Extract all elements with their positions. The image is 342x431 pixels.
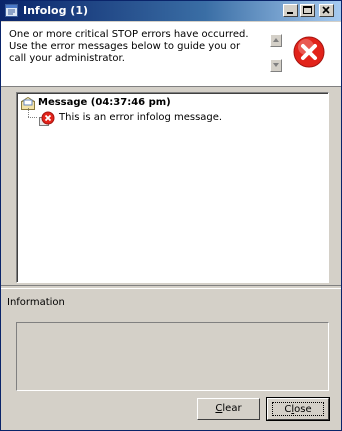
minimize-button[interactable]	[283, 4, 298, 17]
title-bar[interactable]: Infolog (1)	[1, 1, 341, 21]
clear-button[interactable]: Clear	[197, 398, 260, 420]
close-window-button[interactable]	[319, 4, 334, 17]
minimize-icon	[287, 12, 293, 14]
error-message-icon	[39, 111, 55, 126]
information-box	[16, 322, 329, 391]
tree-connector	[28, 117, 37, 118]
scroll-up-button[interactable]	[270, 34, 282, 47]
message-tree[interactable]: Message (04:37:46 pm) This is an error i…	[16, 92, 329, 283]
header-message: One or more critical STOP errors have oc…	[9, 29, 249, 64]
maximize-button[interactable]	[300, 4, 315, 17]
message-header: One or more critical STOP errors have oc…	[1, 22, 341, 87]
arrow-up-icon	[273, 38, 279, 42]
error-icon	[293, 36, 325, 68]
infolog-window: Infolog (1) One or more critical STOP er…	[0, 0, 342, 431]
tree-node-label: This is an error infolog message.	[59, 112, 223, 123]
tree-connector	[28, 108, 29, 117]
close-button[interactable]: Close	[266, 397, 330, 421]
maximize-icon	[303, 6, 312, 14]
information-label: Information	[7, 297, 65, 308]
pane-splitter[interactable]	[1, 285, 341, 289]
window-title: Infolog (1)	[23, 4, 89, 17]
tree-node-label: Message (04:37:46 pm)	[38, 97, 171, 108]
close-icon	[322, 6, 330, 14]
close-label-rest: ose	[294, 404, 312, 415]
clear-label-rest: lear	[222, 403, 242, 414]
scroll-down-button[interactable]	[270, 59, 282, 72]
infolog-icon	[5, 4, 18, 17]
focus-rect: Close	[272, 402, 324, 416]
arrow-down-icon	[273, 63, 279, 67]
